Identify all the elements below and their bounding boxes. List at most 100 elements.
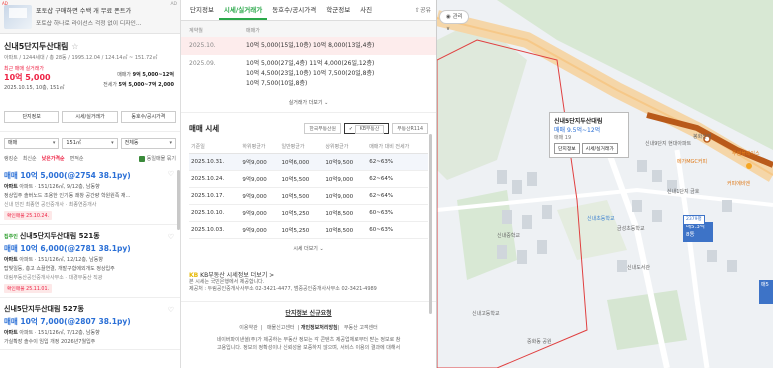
sale-price-section: 매매 시세 한국부동산원 ✓ KB부동산 부동산R114 기준일 하위평균가 일반평… [181,113,436,258]
listing-price: 매매 10억 5,000(@2754 38.1py) [4,171,131,180]
listing-name: 신내5단지두산대림 527동 [4,305,84,313]
listing-spec: 아파트 아파트 · 151/126㎡, 7/12층, 남동향 [4,330,100,336]
complex-marker[interactable]: 2379평 매5.3억 8동 [683,215,713,242]
share-button[interactable]: ⇧공유 [410,0,436,20]
detail-panel: 단지정보 시세/실거래가 동호수/공시가격 학군정보 사진 ⇧공유 계약월 매매가… [181,0,437,368]
callout-info-button[interactable]: 단지정보 [554,143,580,154]
source-kab[interactable]: 한국부동산원 [304,123,341,134]
privacy-link[interactable]: 개인정보처리방침 [301,325,338,331]
group-same-checkbox[interactable]: 동일매물 묶기 [138,155,176,162]
summary-tabs: 단지정보 시세/실거래가 동호수/공시가격 [0,111,180,123]
complex-name: 신내5단지두산대림 [4,42,69,51]
map-label: 금성초등학교 [617,226,645,232]
source-kb[interactable]: ✓ KB부동산 [343,123,390,134]
ad-mark: AD [170,2,177,7]
trade-type-select[interactable]: 매매 [4,138,60,149]
callout-price: 매매 9.5억~12억 [554,127,601,134]
detail-tabs: 단지정보 시세/실거래가 동호수/공시가격 학군정보 사진 ⇧공유 [181,0,436,21]
list-item[interactable]: 매매 10억 5,000(@2754 38.1py) 아파트 아파트 · 151… [0,162,180,225]
sort-ranking[interactable]: 랭킹순 [4,155,18,162]
poi-label: 투썸플레이스 [732,151,760,157]
listing-spec: 아파트 아파트 · 151/126㎡, 12/12층, 남동향 [4,257,103,263]
heart-icon[interactable]: ♡ [168,170,174,178]
building-select[interactable]: 전체동 [120,138,176,149]
terms-link[interactable]: 이용약관 [239,325,257,331]
verified-badge: 확인매물 25.11.01. [4,284,53,293]
map-label: 중화동 공원 [527,339,552,345]
section-title: 매매 시세 [189,124,220,133]
tab-unit-info[interactable]: 동호수/공시가격 [120,111,176,123]
source-tabs: 한국부동산원 ✓ KB부동산 부동산R114 [304,123,428,134]
list-scrollbar[interactable] [177,170,180,230]
map-label: 신내1단지 금호 [667,189,700,195]
tab-school[interactable]: 학군정보 [321,0,355,20]
callout-count: 매매 19 [554,135,572,141]
listing-agent: 대림부동산공인중개사사무소 · 대경부동산 직광 [4,275,103,281]
callout-price-button[interactable]: 시세/실거래가 [581,143,618,154]
lease-range: 5억 5,000~7억 2,000 [118,82,174,88]
price-table: 기준일 하위평균가 일반평균가 상위평균가 매매가 대비 전세가 2025.10.31.… [189,140,428,239]
map-view[interactable]: ◉ 관리 ∨ 신내5단지두산대림 매매 9.5억~12억 매매 19 단지정보 시… [437,0,773,368]
tab-price[interactable]: 시세/실거래가 [62,111,118,123]
area-select[interactable]: 151㎡ [62,138,118,149]
sort-bar: 랭킹순 최신순 낮은가격순 면적순 동일매물 묶기 [0,149,180,162]
listing-price: 매매 10억 6,000(@2781 38.1py) [4,244,131,253]
support-link[interactable]: 부동산 고객센터 [344,325,378,331]
poi-label: 메가MGC커피 [677,159,708,165]
price-range: 매매가 9억 5,000~12억 전세가 5억 5,000~7억 2,000 [103,72,174,88]
list-item[interactable]: 집주인 신내5단지두산대림 521동 매매 10억 6,000(@2781 38.… [0,225,180,298]
tab-complex[interactable]: 단지정보 [185,0,219,20]
ad-desc: 포토샵 하나로 라이선스 걱정 없이 디자인… [36,21,142,27]
listing-agent: 신내 빈진 최종연 공인중개사 · 최종연중개사 [4,202,97,208]
complex-summary: 신내5단지두산대림 ☆ 아파트 / 1244세대 / 총 28동 / 1995.… [0,34,180,107]
map-label: 봉화산역 [693,134,712,140]
callout-name: 신내5단지두산대림 [554,118,603,125]
map-label: 신내9단지 현대아파트 [645,141,692,147]
ad-thumbnail [4,5,32,29]
table-row: 2025.10.24. 9억9,000 10억5,500 10억9,000 62~64% [189,170,428,188]
new-complex-request-link[interactable]: 단지정보 신규요청 [189,310,428,318]
history-more-button[interactable]: 실거래가 더보기 ⌄ [181,93,436,113]
table-row: 2025.10.10. 9억9,000 10억5,250 10억8,500 60~63% [189,204,428,222]
footer: 단지정보 신규요청 이용약관 | 매물신고센터 | 개인정보처리방침| 부동산 고객… [181,301,436,360]
detail-scrollbar[interactable] [429,134,432,314]
listing-spec: 아파트 아파트 · 151/126㎡, 9/12층, 남동향 [4,184,100,190]
sort-area[interactable]: 면적순 [70,155,84,162]
table-row: 2025.10.31. 9억9,000 10억6,000 10억9,500 62~63% [189,153,428,171]
list-item[interactable]: 신내5단지두산대림 527동 매매 10억 7,000(@2807 38.1py… [0,298,180,350]
price-more-button[interactable]: 시세 더보기 ⌄ [189,239,428,258]
map-label: 신내중학교 [497,233,521,239]
tab-unit-price[interactable]: 동호수/공시가격 [267,0,321,20]
complex-marker[interactable]: 매5 [759,280,773,304]
checkbox-icon [138,155,145,162]
listing-price: 매매 10억 7,000(@2807 38.1py) [4,317,131,326]
poi-label: 신내초등학교 [587,216,615,222]
kb-link[interactable]: KB KB부동산 시세정보 더보기 > [189,272,428,279]
verified-badge: 확인매물 25.10.24. [4,211,53,220]
listing-panel: AD 포토샵 구매하면 수백 개 무료 폰트가 포토샵 하나로 라이선스 걱정 … [0,0,181,368]
kb-info: KB KB부동산 시세정보 더보기 > 본 시세는 국민은행에서 제공합니다. … [181,258,436,293]
history-header: 계약월 매매가 [181,21,436,37]
listing-desc: 탑빛일등, 층고 쇼끌연결, 개발구합에외개도 정상입주 [4,266,115,272]
map-label: 신내도서관 [627,265,651,271]
listing-name: 신내5단지두산대림 521동 [19,232,100,240]
tab-complex-info[interactable]: 단지정보 [4,111,60,123]
ad-banner[interactable]: AD 포토샵 구매하면 수백 개 무료 폰트가 포토샵 하나로 라이선스 걱정 … [0,0,180,34]
map-callout[interactable]: 신내5단지두산대림 매매 9.5억~12억 매매 19 단지정보 시세/실거래가 [549,112,629,158]
heart-icon[interactable]: ♡ [168,233,174,241]
history-row: 2025.09. 10억 5,000(27일,4층) 11억 4,000(26일… [189,60,375,87]
tab-photo[interactable]: 사진 [355,0,377,20]
ad-title: 포토샵 구매하면 수백 개 무료 폰트가 [36,8,132,15]
heart-icon[interactable]: ♡ [168,306,174,314]
table-row: 2025.10.17. 9억9,000 10억5,500 10억9,000 62~64% [189,187,428,205]
source-r114[interactable]: 부동산R114 [392,123,428,134]
pin-icon: ◉ [446,14,451,20]
favorite-star-icon[interactable]: ☆ [71,42,78,51]
tab-price-history[interactable]: 시세/실거래가 [218,0,268,20]
sort-latest[interactable]: 최신순 [23,155,37,162]
history-row: 2025.10. 10억 5,000(15일,10층) 10억 8,000(13… [181,37,436,55]
sort-low-price[interactable]: 낮은가격순 [42,155,65,162]
report-link[interactable]: 매물신고센터 [267,325,295,331]
map-layer-button[interactable]: ◉ 관리 ∨ [439,10,469,32]
listing-desc: 정상입주 솔버노드 조용한 인기동 쾌창 공간량 학원원족 재… [4,193,131,199]
